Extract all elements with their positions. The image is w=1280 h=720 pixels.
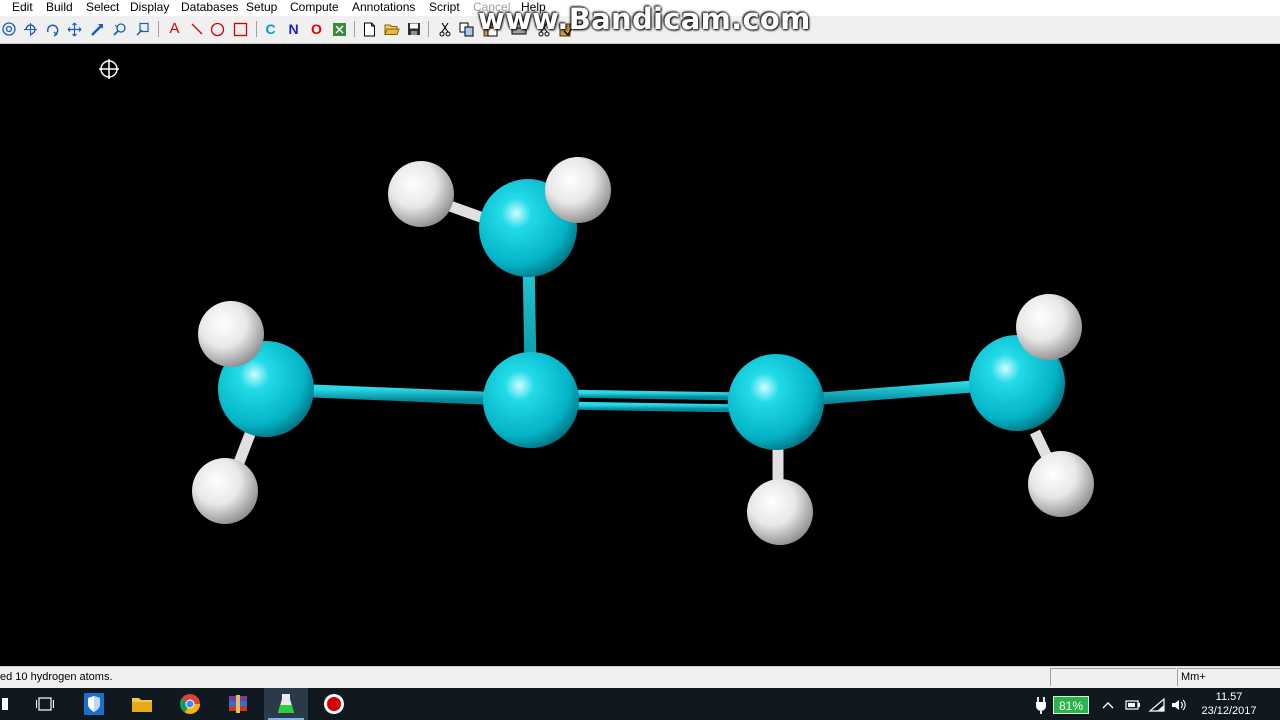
taskbar-clock[interactable]: 11.57 23/12/2017 (1190, 690, 1268, 718)
carbon-atom[interactable] (483, 352, 579, 448)
menu-select[interactable]: Select (86, 0, 119, 14)
menu-setup[interactable]: Setup (246, 0, 277, 14)
menu-build[interactable]: Build (46, 0, 73, 14)
hydrogen-atom[interactable] (192, 458, 258, 524)
menu-compute[interactable]: Compute (290, 0, 339, 14)
hydrogen-atom[interactable] (388, 161, 454, 227)
atoms (192, 157, 1094, 545)
volume-icon[interactable] (1170, 696, 1188, 719)
copy-icon[interactable] (458, 20, 475, 38)
carbon-atom[interactable] (728, 354, 824, 450)
save-icon[interactable] (405, 20, 422, 38)
toolbar-separator (158, 21, 159, 37)
rectangle-icon[interactable] (232, 20, 249, 38)
status-bar: ed 10 hydrogen atoms. Mm+ (0, 666, 1280, 688)
text-annotation-icon[interactable]: A (166, 20, 183, 38)
hydrogen-atom[interactable] (1016, 294, 1082, 360)
menu-script[interactable]: Script (429, 0, 460, 14)
hydrogen-atom[interactable] (545, 157, 611, 223)
cut-icon[interactable] (436, 20, 453, 38)
wifi-icon[interactable] (1148, 696, 1166, 719)
status-mode: Mm+ (1181, 671, 1206, 683)
rotate-z-icon[interactable] (44, 20, 61, 38)
rotate-xy-icon[interactable] (22, 20, 39, 38)
hydrogen-atom[interactable] (747, 479, 813, 545)
bandicam-icon[interactable] (316, 688, 352, 720)
cc-bonds (264, 228, 1018, 413)
battery-indicator[interactable]: 81% (1053, 696, 1089, 714)
menu-databases[interactable]: Databases (181, 0, 238, 14)
ch-bonds (222, 185, 1065, 508)
element-carbon-button[interactable]: C (262, 20, 279, 38)
recording-watermark: www.Bandicam.com (478, 2, 811, 36)
clock-date: 23/12/2017 (1201, 705, 1257, 717)
hydrogen-atom[interactable] (198, 301, 264, 367)
ellipse-icon[interactable] (209, 20, 226, 38)
magnify-icon[interactable] (111, 20, 128, 38)
task-view-icon[interactable] (28, 688, 62, 720)
hydrogen-atom[interactable] (1028, 451, 1094, 517)
chrome-icon[interactable] (172, 688, 208, 720)
element-oxygen-button[interactable]: O (308, 20, 325, 38)
clock-time: 11.57 (1215, 691, 1243, 703)
open-folder-icon[interactable] (383, 20, 400, 38)
molecule-viewport[interactable] (0, 44, 1280, 666)
file-explorer-icon[interactable] (124, 688, 160, 720)
winrar-icon[interactable] (220, 688, 256, 720)
menu-annotations[interactable]: Annotations (352, 0, 415, 14)
crosshair-cursor-icon (99, 59, 119, 79)
translate-icon[interactable] (66, 20, 83, 38)
menu-edit[interactable]: Edit (12, 0, 33, 14)
windows-defender-icon[interactable] (76, 688, 112, 720)
status-message: ed 10 hydrogen atoms. (0, 671, 113, 683)
draw-arrow-icon[interactable] (89, 20, 106, 38)
zoom-icon[interactable] (134, 20, 151, 38)
menu-display[interactable]: Display (130, 0, 169, 14)
start-button[interactable] (0, 688, 10, 720)
periodic-table-icon[interactable] (331, 20, 348, 38)
hyperchem-taskbar-icon[interactable] (264, 688, 308, 720)
new-file-icon[interactable] (361, 20, 378, 38)
molecule-canvas (99, 59, 1094, 545)
status-pane (1050, 668, 1176, 686)
toolbar-separator (256, 21, 257, 37)
element-nitrogen-button[interactable]: N (285, 20, 302, 38)
toolbar-separator (354, 21, 355, 37)
select-circle-icon[interactable] (0, 20, 17, 38)
chevron-up-icon[interactable] (1101, 696, 1115, 719)
battery-tray-icon[interactable] (1124, 696, 1142, 719)
line-icon[interactable] (188, 20, 205, 38)
power-plug-icon[interactable] (1033, 696, 1049, 719)
toolbar-separator (428, 21, 429, 37)
